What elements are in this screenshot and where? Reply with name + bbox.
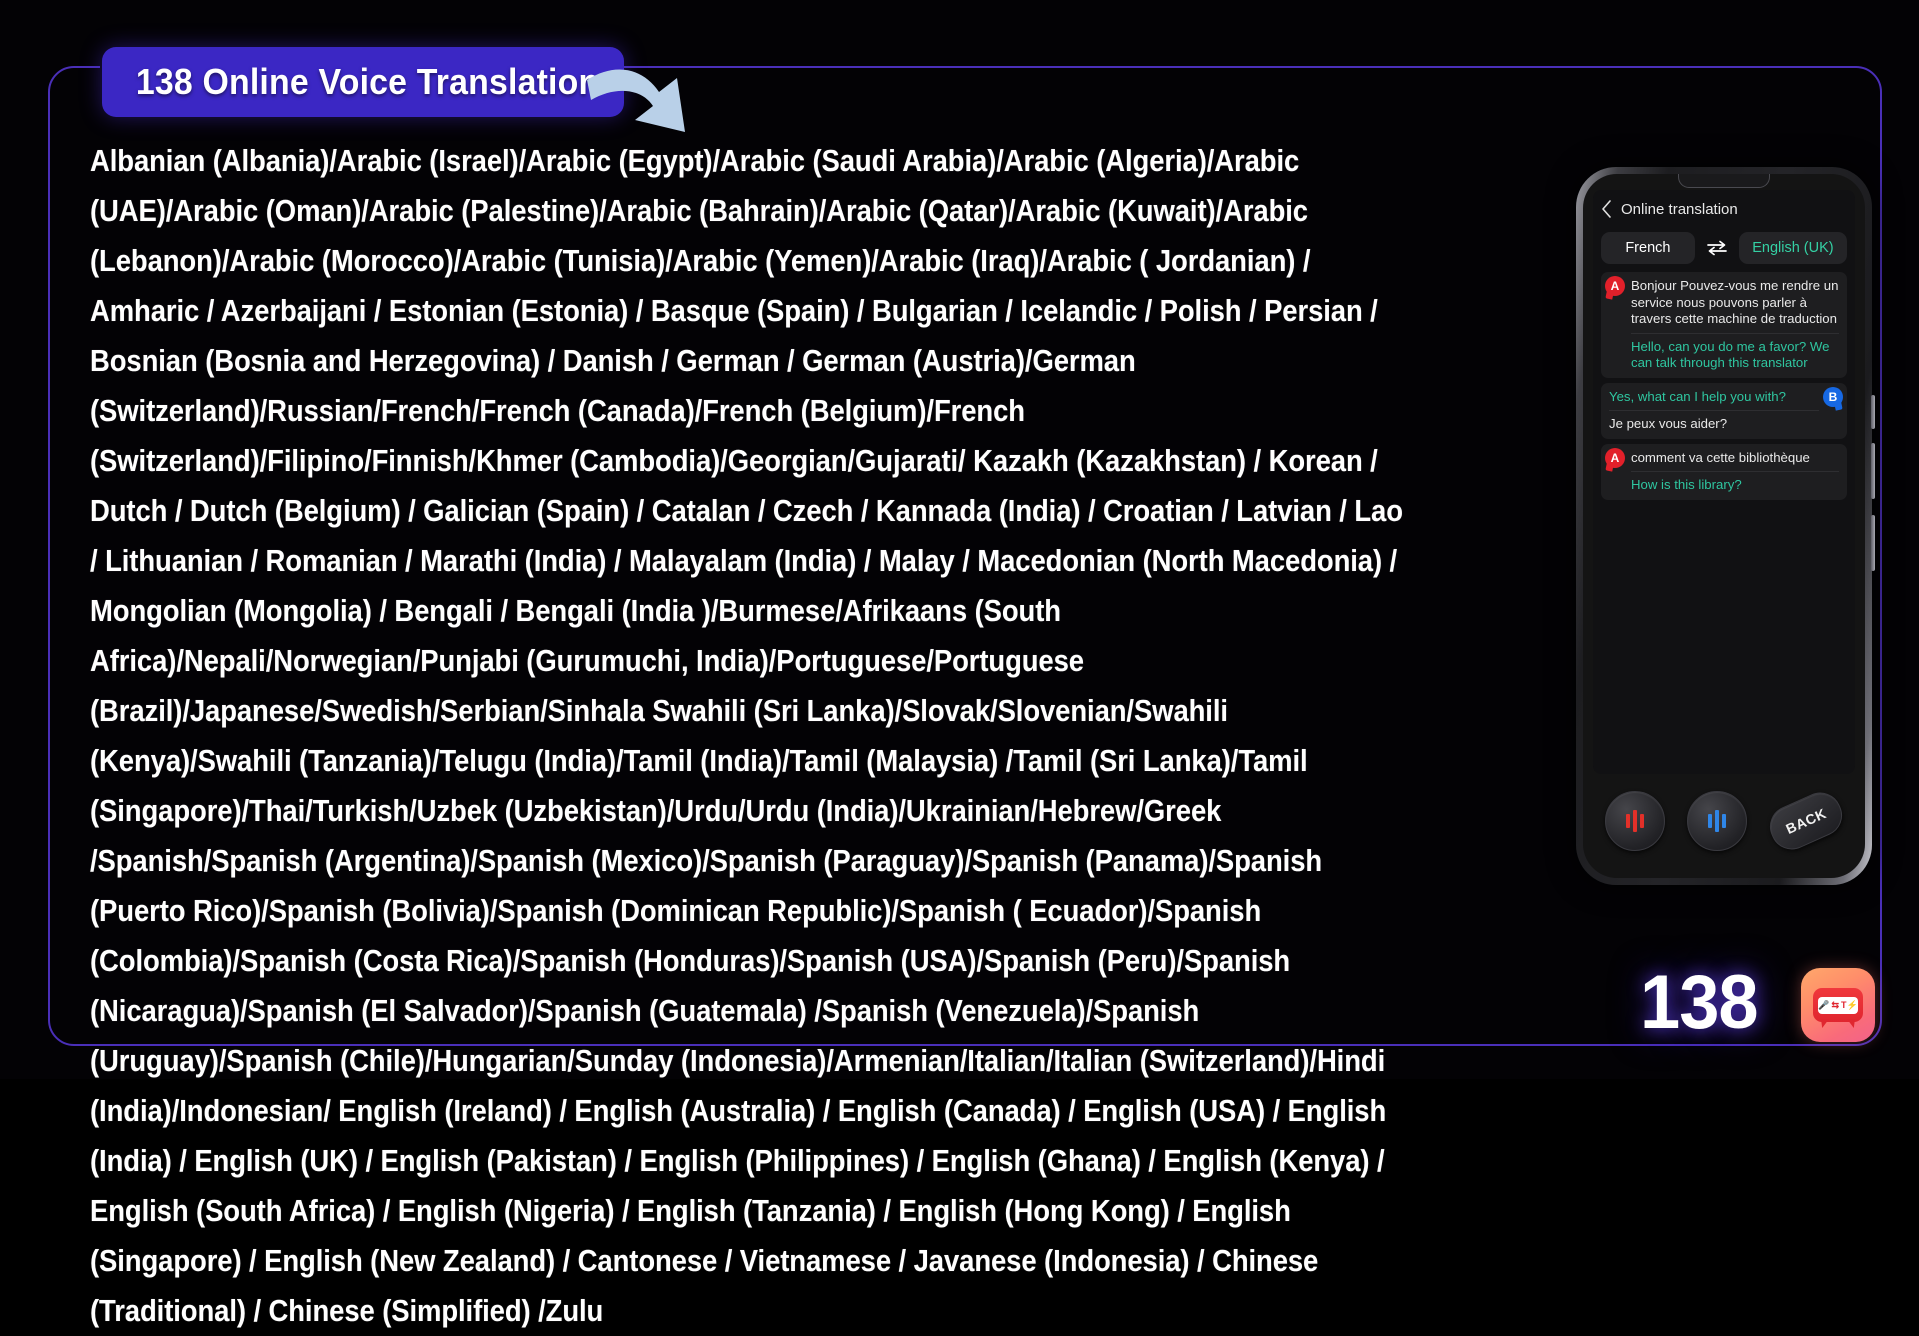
- waveform-mic-icon-blue: [1708, 810, 1726, 832]
- logo-speech-bubble: 🎤 ⇆ T⚡: [1813, 988, 1863, 1022]
- target-language-button[interactable]: English (UK): [1738, 232, 1847, 264]
- message-original: Yes, what can I help you with?: [1609, 388, 1786, 404]
- waveform-mic-icon-red: [1626, 810, 1644, 832]
- chat-list: A Bonjour Pouvez-vous me rendre un servi…: [1593, 268, 1855, 500]
- message-translation: Je peux vous aider?: [1609, 416, 1728, 431]
- title-badge: 138 Online Voice Translation: [102, 47, 624, 117]
- message-original: Bonjour Pouvez-vous me rendre un service…: [1631, 278, 1839, 326]
- phone-inner: Online translation French English (UK) A…: [1583, 174, 1865, 878]
- phone-volume-up-button[interactable]: [1871, 443, 1875, 499]
- chat-message[interactable]: B Yes, what can I help you with? Je peux…: [1601, 382, 1847, 439]
- record-button-speaker-b[interactable]: [1687, 791, 1747, 851]
- back-button[interactable]: BACK: [1763, 785, 1849, 857]
- swap-icon: ⇆: [1831, 999, 1840, 1010]
- message-divider: [1631, 332, 1839, 334]
- message-divider: [1609, 410, 1819, 411]
- swap-arrows-icon[interactable]: [1695, 235, 1739, 261]
- message-original: comment va cette bibliothèque: [1631, 449, 1810, 465]
- speaker-badge-a: A: [1605, 447, 1625, 468]
- phone-volume-down-button[interactable]: [1871, 515, 1875, 571]
- language-count: 138: [1640, 960, 1759, 1045]
- phone-controls: BACK: [1583, 776, 1865, 866]
- phone-notch: [1678, 174, 1770, 188]
- text-icon: T⚡: [1841, 999, 1858, 1010]
- curved-arrow-icon: [587, 69, 685, 132]
- back-button-label: BACK: [1783, 805, 1829, 837]
- source-language-button[interactable]: French: [1601, 232, 1695, 264]
- message-translation: How is this library?: [1631, 477, 1742, 492]
- page-title: 138 Online Voice Translation: [135, 61, 600, 102]
- app-header: Online translation: [1593, 190, 1855, 228]
- logo-glyph-strip: 🎤 ⇆ T⚡: [1818, 996, 1858, 1014]
- message-translation: Hello, can you do me a favor? We can tal…: [1631, 338, 1830, 371]
- phone-side-button[interactable]: [1871, 395, 1875, 429]
- chat-message[interactable]: A comment va cette bibliothèque How is t…: [1601, 443, 1847, 500]
- chevron-left-icon[interactable]: [1601, 200, 1612, 218]
- app-header-title: Online translation: [1621, 200, 1738, 218]
- phone-screen: Online translation French English (UK) A…: [1593, 190, 1855, 774]
- record-button-speaker-a[interactable]: [1605, 791, 1665, 851]
- speaker-badge-b: B: [1823, 386, 1843, 407]
- language-list: Albanian (Albania)/Arabic (Israel)/Arabi…: [90, 144, 1403, 1328]
- message-divider: [1631, 471, 1839, 472]
- translator-app-icon: 🎤 ⇆ T⚡: [1801, 968, 1875, 1042]
- phone-mockup: Online translation French English (UK) A…: [1576, 167, 1875, 885]
- phone-body: Online translation French English (UK) A…: [1576, 167, 1875, 885]
- mic-icon: 🎤: [1818, 999, 1830, 1010]
- language-selector-bar: French English (UK): [1593, 228, 1855, 268]
- poster-root: 138 Online Voice Translation Albanian (A…: [0, 0, 1919, 1328]
- chat-message[interactable]: A Bonjour Pouvez-vous me rendre un servi…: [1601, 272, 1847, 378]
- speaker-badge-a: A: [1605, 276, 1625, 296]
